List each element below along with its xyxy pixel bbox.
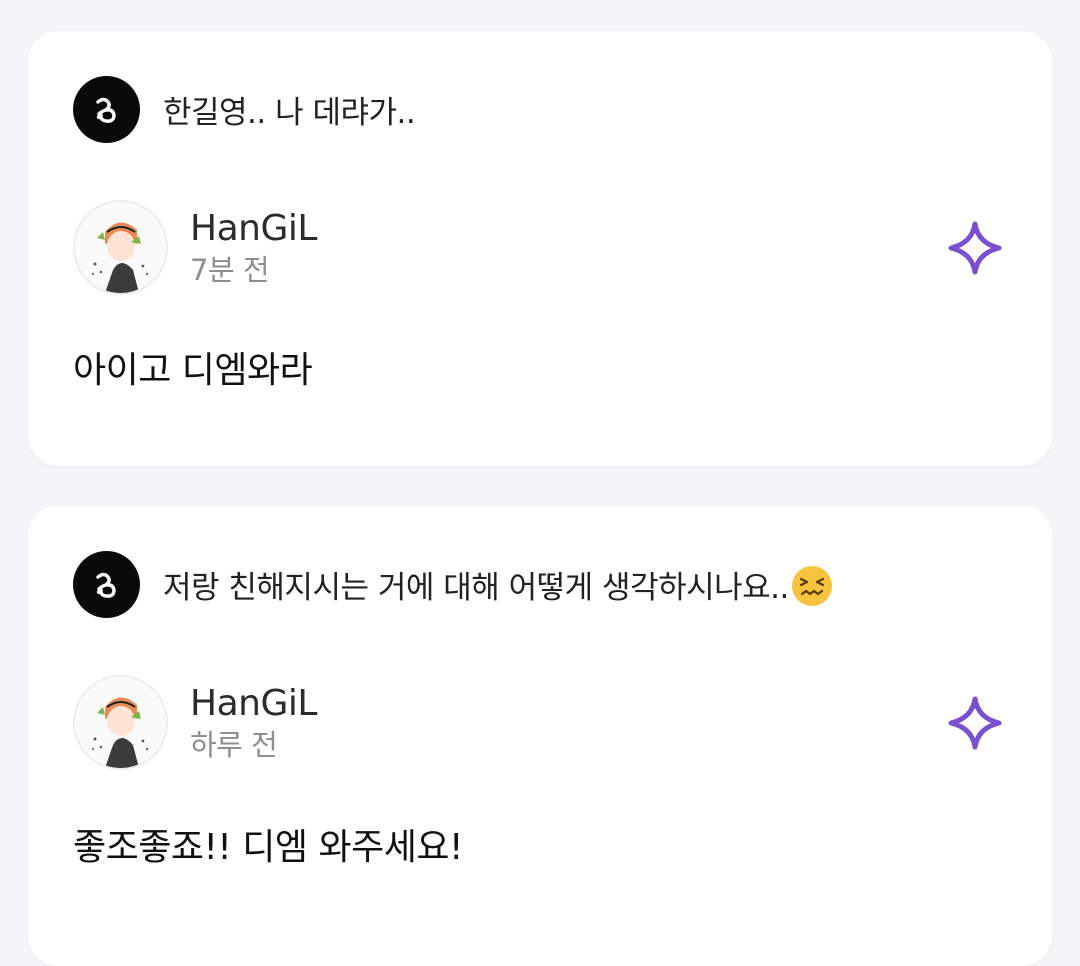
answer-card[interactable]: 한길영.. 나 데랴가.. HanGiL 7분 전 아이고 디엠와라	[28, 31, 1052, 466]
author-meta: HanGiL 7분 전	[190, 207, 947, 289]
question-row: 저랑 친해지시는 거에 대해 어떻게 생각하시나요..	[73, 551, 833, 618]
question-row: 한길영.. 나 데랴가..	[73, 76, 416, 143]
answer-text: 좋조좋죠!! 디엠 와주세요!	[73, 827, 463, 868]
question-text: 한길영.. 나 데랴가..	[163, 95, 416, 131]
answer-card[interactable]: 저랑 친해지시는 거에 대해 어떻게 생각하시나요.. HanGiL 하루 전 …	[28, 506, 1052, 966]
avatar[interactable]	[73, 200, 168, 295]
avatar[interactable]	[73, 675, 168, 770]
question-text-body: 저랑 친해지시는 거에 대해 어떻게 생각하시나요..	[163, 569, 789, 606]
author-row: HanGiL 하루 전	[73, 675, 1003, 770]
anonymous-asker-icon	[73, 551, 140, 618]
author-name[interactable]: HanGiL	[190, 207, 947, 251]
post-time: 7분 전	[190, 252, 270, 287]
post-time: 하루 전	[190, 727, 278, 762]
author-name[interactable]: HanGiL	[190, 682, 947, 726]
question-text: 저랑 친해지시는 거에 대해 어떻게 생각하시나요..	[163, 562, 833, 608]
answer-text: 아이고 디엠와라	[73, 350, 313, 391]
anonymous-asker-icon	[73, 76, 140, 143]
sparkle-icon[interactable]	[947, 220, 1003, 276]
author-row: HanGiL 7분 전	[73, 200, 1003, 295]
sparkle-icon[interactable]	[947, 695, 1003, 751]
confounded-face-emoji-icon	[791, 566, 832, 607]
author-meta: HanGiL 하루 전	[190, 682, 947, 764]
